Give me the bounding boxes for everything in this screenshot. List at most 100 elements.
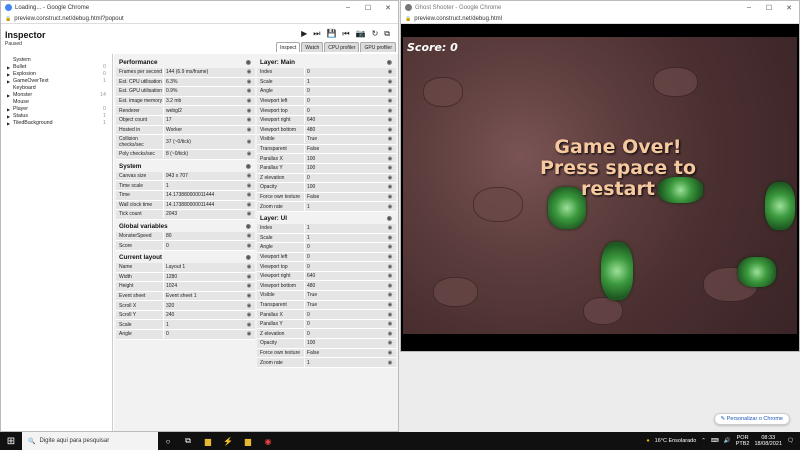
property-value[interactable]: 0	[305, 312, 384, 318]
property-value[interactable]: 0	[305, 244, 384, 250]
property-value[interactable]: 1	[305, 360, 384, 366]
property-value[interactable]: Worker	[164, 127, 243, 133]
watch-eye-icon[interactable]: ◉	[243, 139, 255, 145]
watch-eye-icon[interactable]: ◉	[243, 127, 255, 133]
step-icon[interactable]: ⏭	[313, 29, 320, 39]
watch-eye-icon[interactable]: ◉	[384, 127, 396, 133]
property-value[interactable]: 3.2 mb	[164, 98, 243, 104]
tree-item[interactable]: ▶ TiledBackground 1	[1, 120, 112, 127]
tree-item[interactable]: ▶ Bullet 0	[1, 64, 112, 71]
property-value[interactable]: 0	[305, 88, 384, 94]
watch-eye-icon[interactable]: ◉	[384, 225, 396, 231]
watch-eye-icon[interactable]: ◉	[243, 293, 255, 299]
watch-eye-icon[interactable]: ◉	[246, 162, 251, 172]
customize-chrome-button[interactable]: ✎ Personalizar o Chrome	[713, 413, 790, 425]
weather-text[interactable]: 16°C Ensolarado	[655, 438, 697, 444]
watch-eye-icon[interactable]: ◉	[243, 69, 255, 75]
watch-eye-icon[interactable]: ◉	[243, 243, 255, 249]
game-canvas[interactable]: Score: 0 Game Over! Press space to resta…	[403, 37, 797, 334]
right-address-bar[interactable]: 🔒 preview.construct.net/debug.html	[401, 14, 799, 24]
watch-eye-icon[interactable]: ◉	[384, 273, 396, 279]
watch-eye-icon[interactable]: ◉	[243, 202, 255, 208]
property-value[interactable]: webgl2	[164, 108, 243, 114]
reload-icon[interactable]: ↻	[372, 29, 379, 39]
taskbar-search[interactable]: 🔍 Digite aqui para pesquisar	[22, 432, 158, 450]
watch-eye-icon[interactable]: ◉	[384, 264, 396, 270]
watch-eye-icon[interactable]: ◉	[243, 274, 255, 280]
watch-eye-icon[interactable]: ◉	[384, 117, 396, 123]
property-value[interactable]: 1	[305, 79, 384, 85]
property-value[interactable]: 0	[305, 98, 384, 104]
watch-eye-icon[interactable]: ◉	[384, 312, 396, 318]
property-value[interactable]: Layout 1	[164, 264, 243, 270]
tree-item[interactable]: ▶ GameOverText 1	[1, 78, 112, 85]
property-value[interactable]: 0	[305, 254, 384, 260]
tree-item[interactable]: Mouse	[1, 99, 112, 106]
construct-app-icon[interactable]: ⚡	[218, 437, 238, 446]
tree-item[interactable]: ▶ Explosion 0	[1, 71, 112, 78]
watch-eye-icon[interactable]: ◉	[243, 183, 255, 189]
property-value[interactable]: 100	[305, 165, 384, 171]
minimize-icon[interactable]: –	[338, 4, 358, 11]
watch-eye-icon[interactable]: ◉	[243, 117, 255, 123]
watch-eye-icon[interactable]: ◉	[387, 58, 392, 68]
watch-eye-icon[interactable]: ◉	[243, 151, 255, 157]
left-titlebar[interactable]: Loading... - Google Chrome – ☐ ✕	[1, 1, 398, 14]
property-value[interactable]: 1	[164, 183, 243, 189]
watch-eye-icon[interactable]: ◉	[243, 312, 255, 318]
property-value[interactable]: 943 x 707	[164, 173, 243, 179]
property-value[interactable]: 100	[305, 156, 384, 162]
property-value[interactable]: 8 (~0/tick)	[164, 151, 243, 157]
watch-eye-icon[interactable]: ◉	[243, 264, 255, 270]
watch-eye-icon[interactable]: ◉	[384, 175, 396, 181]
tab-watch[interactable]: Watch	[301, 42, 324, 52]
property-value[interactable]: True	[305, 292, 384, 298]
property-value[interactable]: 144 (6.9 ms/frame)	[164, 69, 243, 75]
property-value[interactable]: 100	[305, 340, 384, 346]
watch-eye-icon[interactable]: ◉	[384, 321, 396, 327]
watch-eye-icon[interactable]: ◉	[384, 88, 396, 94]
watch-eye-icon[interactable]: ◉	[384, 350, 396, 356]
property-value[interactable]: False	[305, 146, 384, 152]
watch-eye-icon[interactable]: ◉	[246, 222, 251, 232]
watch-eye-icon[interactable]: ◉	[246, 58, 251, 68]
expand-arrow-icon[interactable]: ▶	[7, 113, 10, 120]
property-value[interactable]: 480	[305, 127, 384, 133]
watch-eye-icon[interactable]: ◉	[387, 214, 392, 224]
right-titlebar[interactable]: Ghost Shooter - Google Chrome – ☐ ✕	[401, 1, 799, 14]
tab-gpu-profiler[interactable]: GPU profiler	[360, 42, 396, 52]
volume-icon[interactable]: 🔊	[724, 438, 731, 444]
property-value[interactable]: 0	[305, 69, 384, 75]
watch-eye-icon[interactable]: ◉	[246, 253, 251, 263]
property-value[interactable]: 0	[305, 264, 384, 270]
expand-arrow-icon[interactable]: ▶	[7, 92, 10, 99]
watch-eye-icon[interactable]: ◉	[384, 360, 396, 366]
property-value[interactable]: False	[305, 350, 384, 356]
property-value[interactable]: 320	[164, 303, 243, 309]
expand-arrow-icon[interactable]: ▶	[7, 64, 10, 71]
maximize-icon[interactable]: ☐	[358, 4, 378, 12]
maximize-icon[interactable]: ☐	[759, 4, 779, 12]
watch-eye-icon[interactable]: ◉	[384, 244, 396, 250]
watch-eye-icon[interactable]: ◉	[384, 146, 396, 152]
property-value[interactable]: 1	[305, 204, 384, 210]
notification-icon[interactable]: 🗨	[787, 438, 794, 444]
property-value[interactable]: 14.173880000011444	[164, 192, 243, 198]
watch-eye-icon[interactable]: ◉	[384, 108, 396, 114]
watch-eye-icon[interactable]: ◉	[243, 322, 255, 328]
file-explorer-icon[interactable]: ▆	[198, 437, 218, 446]
expand-arrow-icon[interactable]: ▶	[7, 78, 10, 85]
watch-eye-icon[interactable]: ◉	[384, 184, 396, 190]
property-value[interactable]: 0	[305, 331, 384, 337]
property-value[interactable]: 100	[305, 184, 384, 190]
close-icon[interactable]: ✕	[378, 4, 398, 12]
property-value[interactable]: 0	[164, 243, 243, 249]
windows-start-icon[interactable]: ⊞	[0, 436, 22, 447]
chrome-taskbar-icon[interactable]: ◉	[258, 437, 278, 446]
expand-arrow-icon[interactable]: ▶	[7, 71, 10, 78]
watch-eye-icon[interactable]: ◉	[243, 173, 255, 179]
property-value[interactable]: 37 (~0/tick)	[164, 139, 243, 145]
watch-eye-icon[interactable]: ◉	[243, 79, 255, 85]
property-value[interactable]: 240	[164, 312, 243, 318]
tree-item[interactable]: ▶ Player 0	[1, 106, 112, 113]
